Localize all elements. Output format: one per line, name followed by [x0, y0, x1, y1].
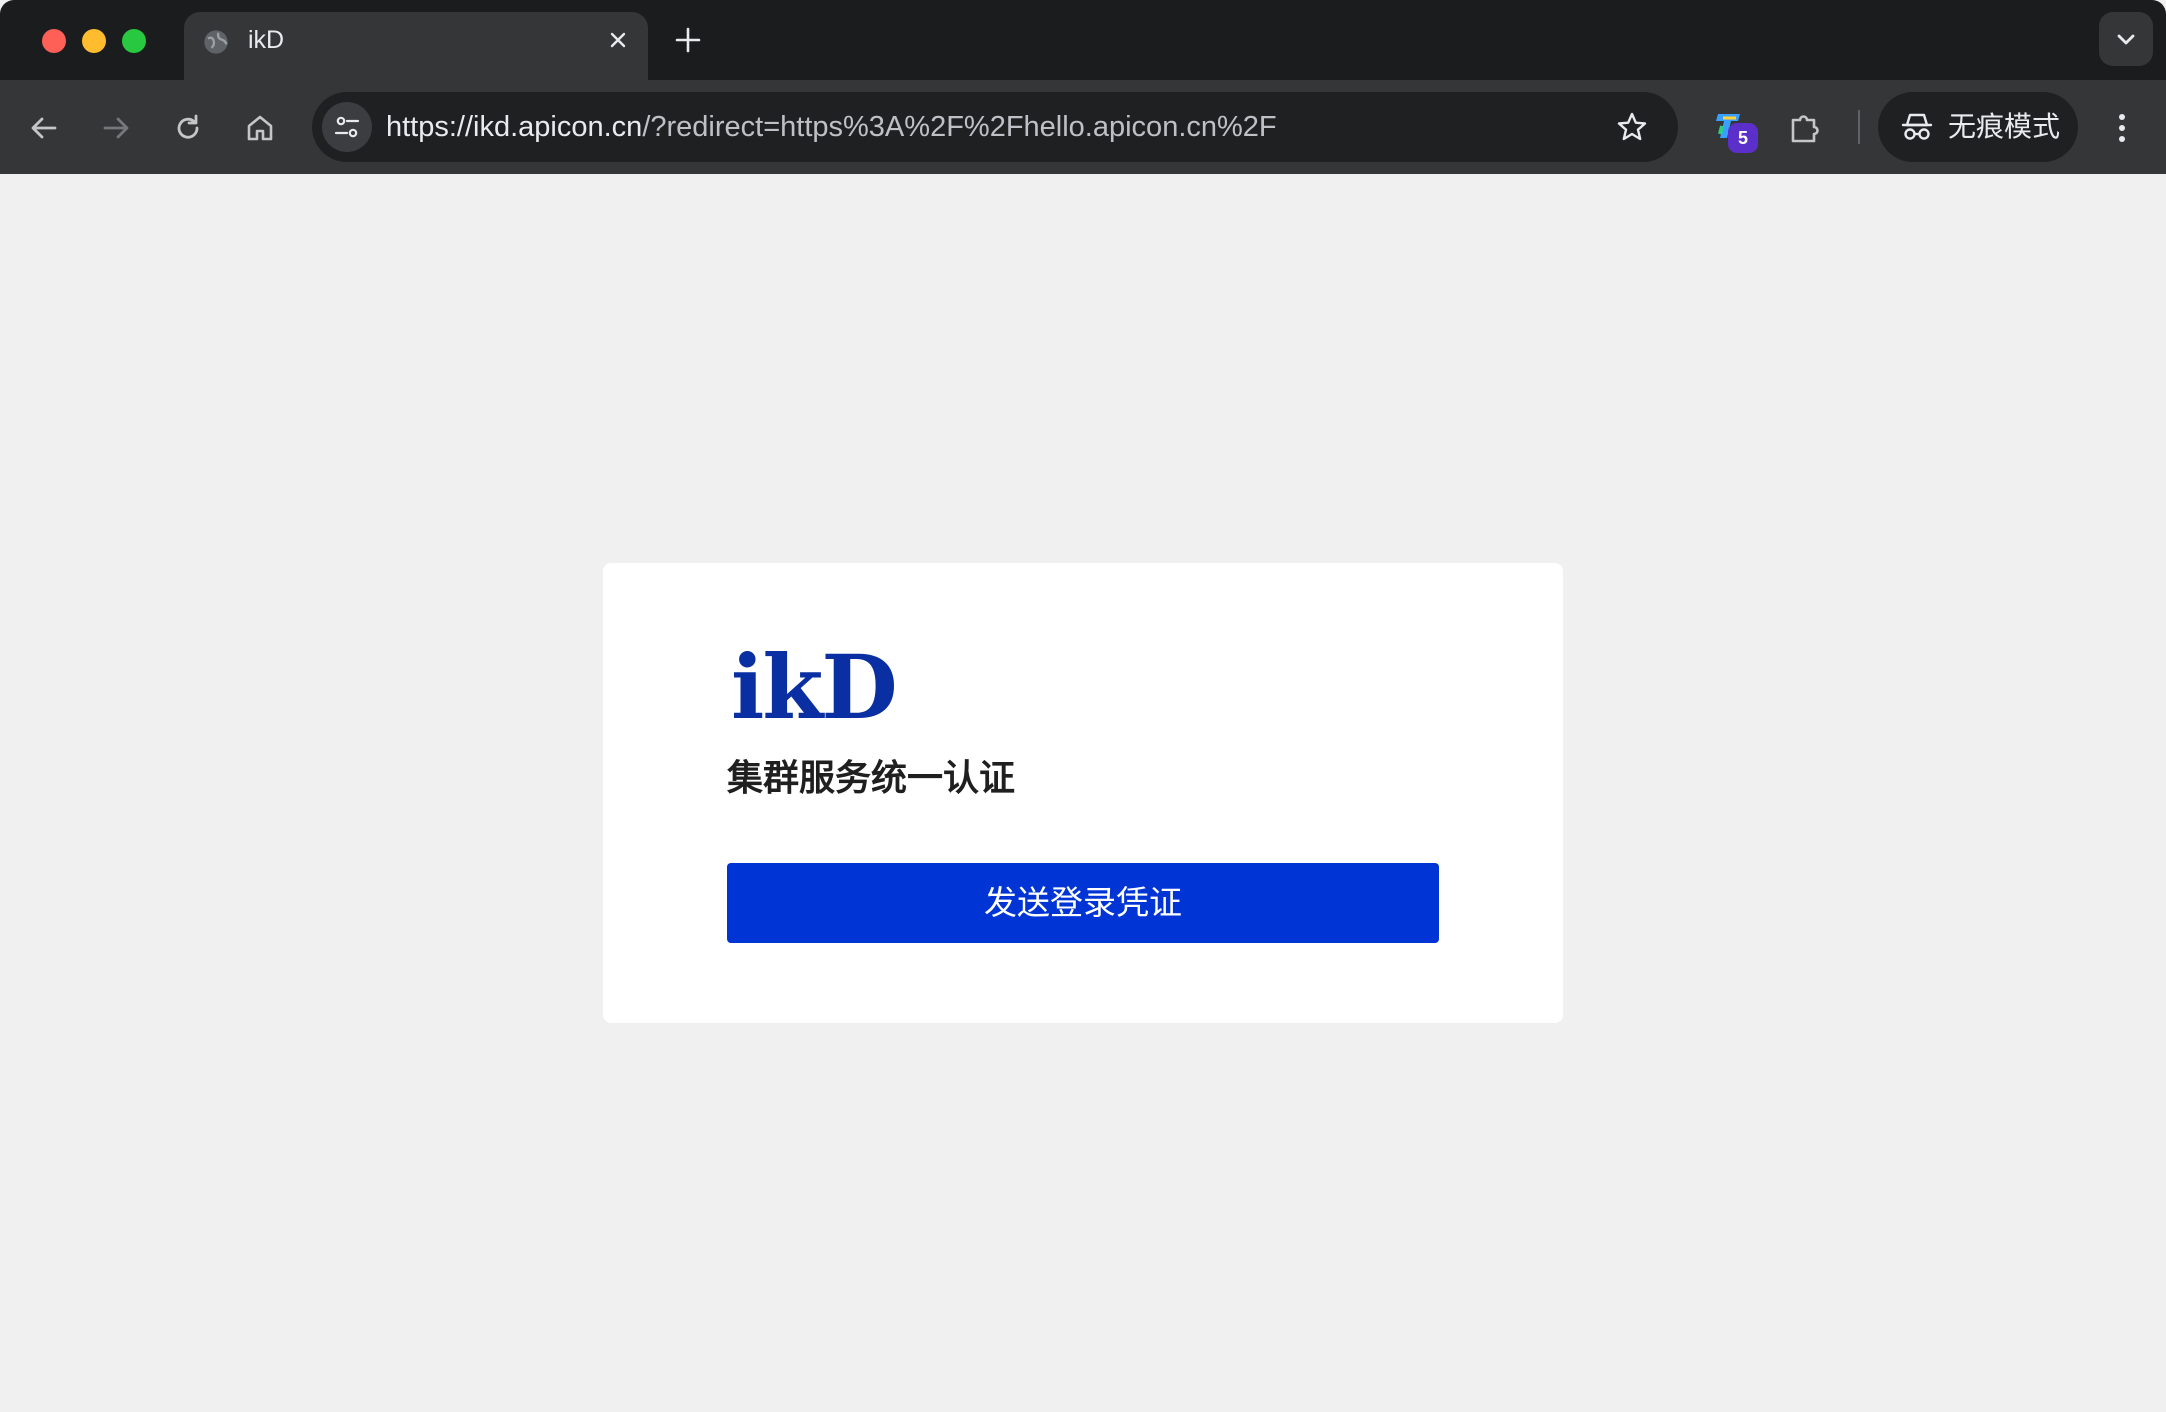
chevron-down-icon: [2117, 34, 2135, 45]
url-path: /?redirect=https%3A%2F%2Fhello.apicon.cn…: [642, 111, 1277, 143]
tune-icon: [334, 116, 360, 138]
tab-active[interactable]: ikD: [184, 12, 648, 80]
plus-icon: [675, 27, 701, 53]
send-login-credential-button[interactable]: 发送登录凭证: [727, 863, 1439, 943]
minimize-window-button[interactable]: [82, 29, 106, 53]
arrow-left-icon: [31, 117, 57, 139]
home-button[interactable]: [236, 104, 284, 152]
browser-toolbar: https://ikd.apicon.cn/?redirect=https%3A…: [0, 80, 2166, 174]
reload-button[interactable]: [164, 104, 212, 152]
reload-icon: [177, 114, 199, 139]
page-content: ikD 集群服务统一认证 发送登录凭证: [0, 174, 2166, 1412]
browser-window: ikD https://ikd.apicon.cn/?redirect=http…: [0, 0, 2166, 1412]
forward-button[interactable]: [92, 104, 140, 152]
bookmark-button[interactable]: [1614, 109, 1650, 145]
incognito-label: 无痕模式: [1948, 111, 2061, 142]
kebab-menu-icon: [2119, 114, 2125, 142]
star-icon: [1617, 112, 1647, 141]
address-bar[interactable]: https://ikd.apicon.cn/?redirect=https%3A…: [312, 92, 1678, 162]
url-host: https://ikd.apicon.cn: [386, 111, 643, 143]
close-window-button[interactable]: [42, 29, 66, 53]
extensions-button[interactable]: [1781, 104, 1829, 152]
toolbar-divider: [1858, 110, 1860, 144]
back-button[interactable]: [20, 104, 68, 152]
incognito-icon: [1901, 113, 1933, 140]
tab-search-button[interactable]: [2099, 12, 2153, 66]
incognito-indicator[interactable]: 无痕模式: [1878, 92, 2078, 162]
tab-title: ikD: [248, 26, 285, 54]
brand-logo: ikD: [731, 635, 898, 739]
extension-badge: 5: [1728, 123, 1758, 153]
close-icon: [610, 32, 626, 48]
new-tab-button[interactable]: [670, 22, 706, 58]
maximize-window-button[interactable]: [122, 29, 146, 53]
close-tab-button[interactable]: [602, 24, 634, 56]
tab-strip: ikD: [0, 0, 2166, 80]
globe-icon: [204, 30, 228, 54]
browser-menu-button[interactable]: [2098, 104, 2146, 152]
home-icon: [247, 115, 273, 141]
login-card: ikD 集群服务统一认证 发送登录凭证: [603, 563, 1563, 1023]
puzzle-icon: [1791, 115, 1819, 143]
page-title: 集群服务统一认证: [727, 757, 1016, 798]
url-text[interactable]: https://ikd.apicon.cn/?redirect=https%3A…: [386, 110, 1277, 144]
site-info-button[interactable]: [322, 102, 372, 152]
arrow-right-icon: [103, 117, 129, 139]
